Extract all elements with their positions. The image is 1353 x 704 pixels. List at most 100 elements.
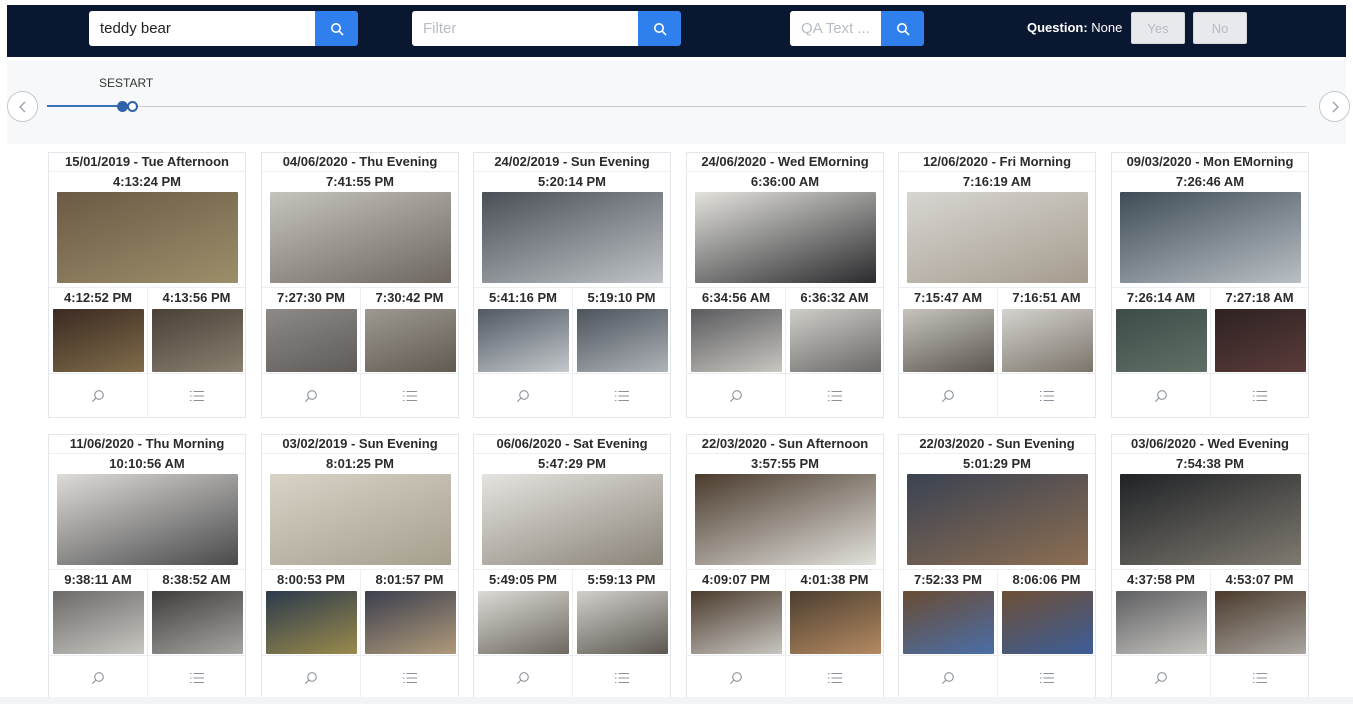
neighbor-thumbnail[interactable] bbox=[152, 591, 243, 654]
timeline-end-handle[interactable] bbox=[127, 101, 138, 112]
neighbor-time: 4:53:07 PM bbox=[1225, 572, 1294, 587]
neighbor-time: 4:01:38 PM bbox=[800, 572, 869, 587]
details-button[interactable] bbox=[360, 656, 458, 699]
neighbor-thumbnail[interactable] bbox=[691, 309, 782, 372]
prev-button[interactable] bbox=[7, 91, 38, 122]
qa-text-input[interactable] bbox=[790, 11, 881, 46]
details-button[interactable] bbox=[572, 656, 670, 699]
neighbor-thumbnail[interactable] bbox=[1002, 309, 1093, 372]
result-card[interactable]: 04/06/2020 - Thu Evening 7:41:55 PM 7:27… bbox=[261, 152, 459, 418]
neighbor-thumbnail[interactable] bbox=[1116, 591, 1207, 654]
zoom-button[interactable] bbox=[262, 374, 360, 417]
neighbor-thumbnail[interactable] bbox=[478, 309, 569, 372]
result-card[interactable]: 03/02/2019 - Sun Evening 8:01:25 PM 8:00… bbox=[261, 434, 459, 700]
neighbor-before: 7:15:47 AM bbox=[899, 288, 997, 374]
neighbor-thumbnail[interactable] bbox=[790, 591, 881, 654]
no-button[interactable]: No bbox=[1193, 12, 1247, 44]
result-card[interactable]: 03/06/2020 - Wed Evening 7:54:38 PM 4:37… bbox=[1111, 434, 1309, 700]
result-card[interactable]: 06/06/2020 - Sat Evening 5:47:29 PM 5:49… bbox=[473, 434, 671, 700]
next-button[interactable] bbox=[1319, 91, 1350, 122]
zoom-button[interactable] bbox=[474, 374, 572, 417]
details-button[interactable] bbox=[997, 656, 1095, 699]
neighbor-thumbnail[interactable] bbox=[1215, 309, 1306, 372]
qa-search-button[interactable] bbox=[881, 11, 924, 46]
main-thumbnail[interactable] bbox=[57, 192, 238, 283]
details-button[interactable] bbox=[997, 374, 1095, 417]
neighbor-row: 7:26:14 AM 7:27:18 AM bbox=[1112, 287, 1308, 374]
neighbor-thumbnail[interactable] bbox=[1215, 591, 1306, 654]
main-thumbnail[interactable] bbox=[482, 192, 663, 283]
zoom-button[interactable] bbox=[262, 656, 360, 699]
neighbor-time: 8:06:06 PM bbox=[1012, 572, 1081, 587]
details-button[interactable] bbox=[1210, 656, 1308, 699]
main-thumbnail[interactable] bbox=[270, 474, 451, 565]
filter-button[interactable] bbox=[638, 11, 681, 46]
neighbor-thumbnail[interactable] bbox=[365, 309, 456, 372]
neighbor-thumbnail[interactable] bbox=[53, 591, 144, 654]
zoom-button[interactable] bbox=[474, 656, 572, 699]
details-button[interactable] bbox=[785, 374, 883, 417]
zoom-button[interactable] bbox=[687, 656, 785, 699]
result-card[interactable]: 22/03/2020 - Sun Afternoon 3:57:55 PM 4:… bbox=[686, 434, 884, 700]
details-button[interactable] bbox=[785, 656, 883, 699]
main-thumbnail[interactable] bbox=[695, 474, 876, 565]
neighbor-after: 4:13:56 PM bbox=[147, 288, 245, 374]
main-thumbnail[interactable] bbox=[270, 192, 451, 283]
result-card[interactable]: 24/02/2019 - Sun Evening 5:20:14 PM 5:41… bbox=[473, 152, 671, 418]
zoom-button[interactable] bbox=[1112, 374, 1210, 417]
neighbor-thumbnail[interactable] bbox=[53, 309, 144, 372]
result-card[interactable]: 15/01/2019 - Tue Afternoon 4:13:24 PM 4:… bbox=[48, 152, 246, 418]
details-button[interactable] bbox=[572, 374, 670, 417]
neighbor-thumbnail[interactable] bbox=[577, 591, 668, 654]
details-button[interactable] bbox=[147, 656, 245, 699]
neighbor-thumbnail[interactable] bbox=[903, 309, 994, 372]
zoom-button[interactable] bbox=[899, 374, 997, 417]
filter-input[interactable] bbox=[412, 11, 638, 46]
details-button[interactable] bbox=[360, 374, 458, 417]
result-card[interactable]: 09/03/2020 - Mon EMorning 7:26:46 AM 7:2… bbox=[1111, 152, 1309, 418]
timeline-track[interactable] bbox=[47, 106, 1306, 107]
neighbor-time: 7:15:47 AM bbox=[913, 290, 983, 305]
main-thumbnail[interactable] bbox=[695, 192, 876, 283]
magnifier-icon bbox=[942, 389, 954, 402]
search-input[interactable] bbox=[89, 11, 315, 46]
main-thumbnail[interactable] bbox=[907, 192, 1088, 283]
neighbor-thumbnail[interactable] bbox=[266, 309, 357, 372]
question-value: None bbox=[1091, 20, 1123, 35]
main-thumbnail[interactable] bbox=[482, 474, 663, 565]
zoom-button[interactable] bbox=[687, 374, 785, 417]
neighbor-thumbnail[interactable] bbox=[1002, 591, 1093, 654]
neighbor-thumbnail[interactable] bbox=[903, 591, 994, 654]
zoom-button[interactable] bbox=[1112, 656, 1210, 699]
main-thumbnail[interactable] bbox=[57, 474, 238, 565]
neighbor-thumbnail[interactable] bbox=[152, 309, 243, 372]
neighbor-time: 7:16:51 AM bbox=[1012, 290, 1081, 305]
search-button[interactable] bbox=[315, 11, 358, 46]
neighbor-thumbnail[interactable] bbox=[1116, 309, 1207, 372]
card-date: 03/06/2020 - Wed Evening bbox=[1112, 435, 1308, 454]
neighbor-thumbnail[interactable] bbox=[691, 591, 782, 654]
magnifier-icon bbox=[305, 389, 317, 402]
card-time: 10:10:56 AM bbox=[109, 456, 185, 471]
result-card[interactable]: 11/06/2020 - Thu Morning 10:10:56 AM 9:3… bbox=[48, 434, 246, 700]
neighbor-thumbnail[interactable] bbox=[266, 591, 357, 654]
neighbor-thumbnail[interactable] bbox=[577, 309, 668, 372]
details-button[interactable] bbox=[1210, 374, 1308, 417]
zoom-button[interactable] bbox=[899, 656, 997, 699]
neighbor-row: 7:52:33 PM 8:06:06 PM bbox=[899, 569, 1095, 656]
neighbor-thumbnail[interactable] bbox=[790, 309, 881, 372]
zoom-button[interactable] bbox=[49, 656, 147, 699]
neighbor-after: 4:53:07 PM bbox=[1210, 570, 1308, 656]
result-card[interactable]: 24/06/2020 - Wed EMorning 6:36:00 AM 6:3… bbox=[686, 152, 884, 418]
result-card[interactable]: 12/06/2020 - Fri Morning 7:16:19 AM 7:15… bbox=[898, 152, 1096, 418]
neighbor-after: 4:01:38 PM bbox=[785, 570, 883, 656]
result-card[interactable]: 22/03/2020 - Sun Evening 5:01:29 PM 7:52… bbox=[898, 434, 1096, 700]
zoom-button[interactable] bbox=[49, 374, 147, 417]
details-button[interactable] bbox=[147, 374, 245, 417]
main-thumbnail[interactable] bbox=[1120, 474, 1301, 565]
yes-button[interactable]: Yes bbox=[1131, 12, 1185, 44]
neighbor-thumbnail[interactable] bbox=[478, 591, 569, 654]
main-thumbnail[interactable] bbox=[1120, 192, 1301, 283]
neighbor-thumbnail[interactable] bbox=[365, 591, 456, 654]
main-thumbnail[interactable] bbox=[907, 474, 1088, 565]
